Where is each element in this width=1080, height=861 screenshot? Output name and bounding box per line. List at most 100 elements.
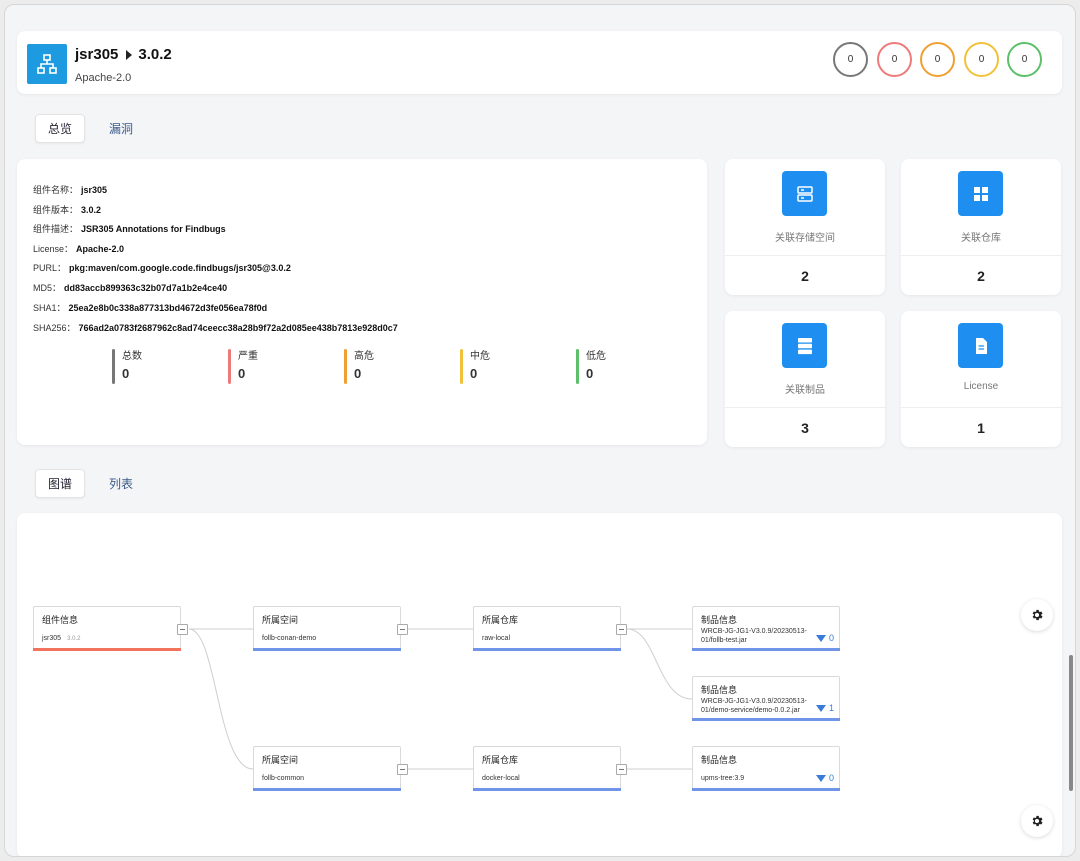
tile-repository[interactable]: 关联仓库 2 bbox=[901, 159, 1061, 295]
gear-icon bbox=[1032, 815, 1043, 827]
node-title: 所属仓库 bbox=[482, 615, 519, 625]
filter-down-icon bbox=[815, 634, 826, 642]
graph-node-repository[interactable]: 所属仓库 docker-local bbox=[473, 746, 621, 791]
tab-vulnerability[interactable]: 漏洞 bbox=[97, 115, 145, 142]
node-title: 所属仓库 bbox=[482, 755, 519, 765]
node-accent-bar bbox=[253, 648, 401, 651]
collapse-toggle[interactable] bbox=[616, 764, 627, 775]
node-title: 所属空间 bbox=[262, 615, 299, 625]
node-value: follb-conan-demo bbox=[262, 635, 317, 642]
info-description: 组件描述： JSR305 Annotations for Findbugs bbox=[33, 224, 226, 234]
node-title: 组件信息 bbox=[42, 615, 79, 625]
node-value: WRCB-JG-JG1-V3.0.9/20230513-01/follb-tes… bbox=[701, 628, 807, 644]
stat-value: 0 bbox=[470, 366, 478, 381]
vuln-count[interactable]: 0 bbox=[815, 633, 834, 643]
tile-license-value: 1 bbox=[977, 420, 985, 436]
tile-repository-value: 2 bbox=[977, 268, 985, 284]
dependency-graph: 组件信息 jsr305 3.0.2 所属空间 follb-conan-demo 所… bbox=[17, 513, 1062, 856]
filter-down-icon bbox=[815, 774, 826, 782]
node-accent-bar bbox=[33, 648, 181, 651]
stat-label: 严重 bbox=[238, 351, 258, 362]
graph-node-artifact[interactable]: 制品信息 WRCB-JG-JG1-V3.0.9/20230513-01/foll… bbox=[692, 606, 840, 651]
medium-count-circle: 0 bbox=[964, 42, 999, 77]
vuln-count[interactable]: 0 bbox=[815, 773, 834, 783]
stat-label: 高危 bbox=[354, 351, 374, 362]
tab-graph[interactable]: 图谱 bbox=[35, 468, 86, 498]
detail-tabs: 总览 漏洞 bbox=[35, 113, 145, 143]
graph-node-component[interactable]: 组件信息 jsr305 3.0.2 bbox=[33, 606, 181, 651]
storage-icon bbox=[782, 171, 827, 216]
tile-license-label: License bbox=[963, 381, 999, 392]
graph-node-space[interactable]: 所属空间 follb-common bbox=[253, 746, 401, 791]
stat-label: 低危 bbox=[586, 351, 606, 362]
info-version: 组件版本： 3.0.2 bbox=[33, 205, 102, 215]
stat-critical: 严重 0 bbox=[228, 347, 258, 385]
caret-right-icon bbox=[126, 49, 133, 60]
stat-label: 中危 bbox=[470, 351, 490, 362]
info-license: License： Apache-2.0 bbox=[33, 244, 125, 254]
stat-bar bbox=[344, 349, 347, 384]
collapse-toggle[interactable] bbox=[177, 624, 188, 635]
node-value: raw-local bbox=[482, 635, 511, 642]
info-sha1: SHA1： 25ea2e8b0c338a877313bd4672d3fe056ea… bbox=[33, 303, 268, 313]
component-license: Apache-2.0 bbox=[75, 72, 132, 84]
graph-node-artifact[interactable]: 制品信息 WRCB-JG-JG1-V3.0.9/20230513-01/demo… bbox=[692, 676, 840, 721]
node-component-name: jsr305 bbox=[42, 635, 62, 642]
stat-label: 总数 bbox=[122, 351, 142, 362]
tile-artifact-value: 3 bbox=[801, 420, 809, 436]
node-accent-bar bbox=[692, 648, 840, 651]
graph-node-repository[interactable]: 所属仓库 raw-local bbox=[473, 606, 621, 651]
collapse-toggle[interactable] bbox=[397, 624, 408, 635]
component-name: jsr305 bbox=[75, 46, 119, 63]
grid-icon bbox=[958, 171, 1003, 216]
tile-storage-value: 2 bbox=[801, 268, 809, 284]
node-accent-bar bbox=[692, 718, 840, 721]
low-count-circle: 0 bbox=[1007, 42, 1042, 77]
total-count-circle: 0 bbox=[833, 42, 868, 77]
node-title: 所属空间 bbox=[262, 755, 299, 765]
info-purl: PURL： pkg:maven/com.google.code.findbugs/… bbox=[33, 263, 291, 273]
component-info-card: 组件名称： jsr305 组件版本： 3.0.2 组件描述： JSR305 Annot… bbox=[17, 159, 707, 445]
node-accent-bar bbox=[473, 788, 621, 791]
tab-overview[interactable]: 总览 bbox=[35, 113, 86, 143]
node-accent-bar bbox=[473, 648, 621, 651]
graph-node-space[interactable]: 所属空间 follb-conan-demo bbox=[253, 606, 401, 651]
stat-low: 低危 0 bbox=[576, 347, 606, 385]
filter-down-icon bbox=[815, 704, 826, 712]
node-accent-bar bbox=[692, 788, 840, 791]
graph-links bbox=[188, 628, 693, 770]
node-value: docker-local bbox=[482, 775, 520, 782]
stat-value: 0 bbox=[122, 366, 130, 381]
vuln-count-value: 0 bbox=[828, 633, 834, 643]
tab-list[interactable]: 列表 bbox=[97, 470, 145, 497]
graph-node-artifact[interactable]: 制品信息 upms-tree:3.9 0 bbox=[692, 746, 840, 791]
graph-tabs: 图谱 列表 bbox=[35, 468, 145, 498]
tile-license[interactable]: License 1 bbox=[901, 311, 1061, 447]
tile-divider bbox=[725, 407, 885, 408]
tile-divider bbox=[901, 407, 1061, 408]
critical-count-circle: 0 bbox=[877, 42, 912, 77]
app-window: jsr305 3.0.2 Apache-2.0 0 0 0 0 0 总览 漏洞 … bbox=[4, 4, 1076, 857]
stat-medium: 中危 0 bbox=[460, 347, 490, 385]
stat-value: 0 bbox=[354, 366, 362, 381]
document-icon bbox=[958, 323, 1003, 368]
node-title: 制品信息 bbox=[701, 685, 738, 695]
link-component-space2 bbox=[188, 628, 254, 770]
tile-artifact-label: 关联制品 bbox=[785, 385, 825, 396]
stat-high: 高危 0 bbox=[344, 347, 374, 385]
node-title: 制品信息 bbox=[701, 615, 738, 625]
stat-value: 0 bbox=[586, 366, 594, 381]
component-version: 3.0.2 bbox=[138, 46, 172, 63]
tile-artifact[interactable]: 关联制品 3 bbox=[725, 311, 885, 447]
collapse-toggle[interactable] bbox=[397, 764, 408, 775]
stat-bar bbox=[112, 349, 115, 384]
graph-settings-button[interactable] bbox=[1021, 599, 1053, 631]
vuln-count[interactable]: 1 bbox=[815, 703, 834, 713]
component-title: jsr305 3.0.2 bbox=[75, 46, 172, 63]
page-scrollbar[interactable] bbox=[1069, 655, 1073, 791]
tile-storage[interactable]: 关联存储空间 2 bbox=[725, 159, 885, 295]
collapse-toggle[interactable] bbox=[616, 624, 627, 635]
high-count-circle: 0 bbox=[920, 42, 955, 77]
graph-settings-button[interactable] bbox=[1021, 805, 1053, 837]
stat-bar bbox=[576, 349, 579, 384]
